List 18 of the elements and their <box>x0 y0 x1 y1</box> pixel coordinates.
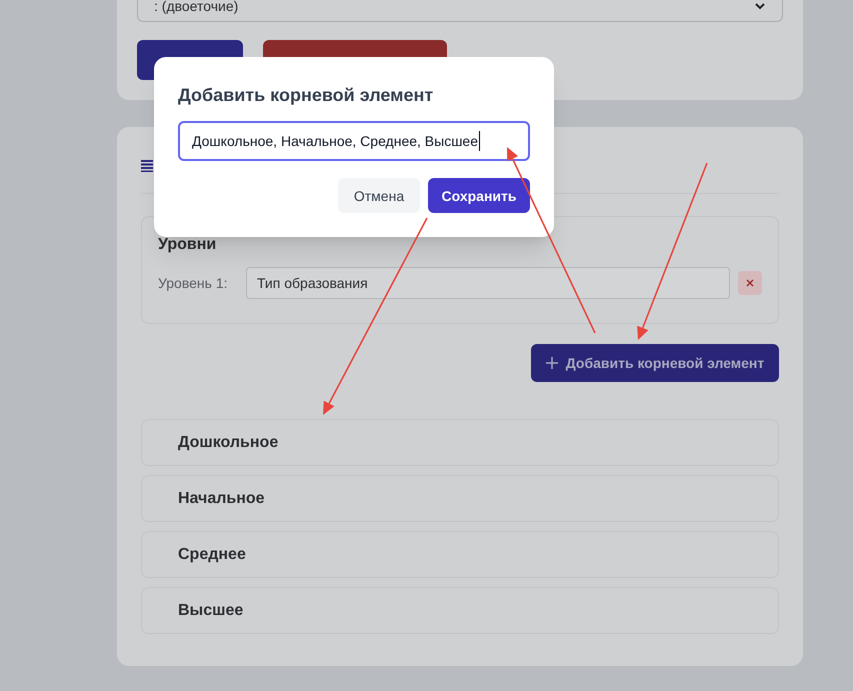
root-item[interactable]: Высшее <box>141 587 779 634</box>
root-item[interactable]: Начальное <box>141 475 779 522</box>
list-icon <box>141 160 153 172</box>
root-item[interactable]: Среднее <box>141 531 779 578</box>
save-button[interactable]: Сохранить <box>428 178 530 213</box>
close-icon <box>746 279 754 287</box>
delete-button[interactable] <box>738 271 762 295</box>
select-value: : (двоеточие) <box>154 0 238 16</box>
level-input[interactable]: Тип образования <box>246 267 730 299</box>
levels-title: Уровни <box>158 235 218 255</box>
add-root-button[interactable]: Добавить корневой элемент <box>531 344 779 382</box>
root-item[interactable]: Дошкольное <box>141 419 779 466</box>
cancel-button[interactable]: Отмена <box>338 178 420 213</box>
root-input[interactable]: Дошкольное, Начальное, Среднее, Высшее <box>178 121 530 161</box>
plus-icon <box>546 357 558 369</box>
dialog-title: Добавить корневой элемент <box>178 84 434 107</box>
separator-select[interactable]: : (двоеточие) <box>137 0 783 22</box>
level-label: Уровень 1: <box>158 274 228 293</box>
